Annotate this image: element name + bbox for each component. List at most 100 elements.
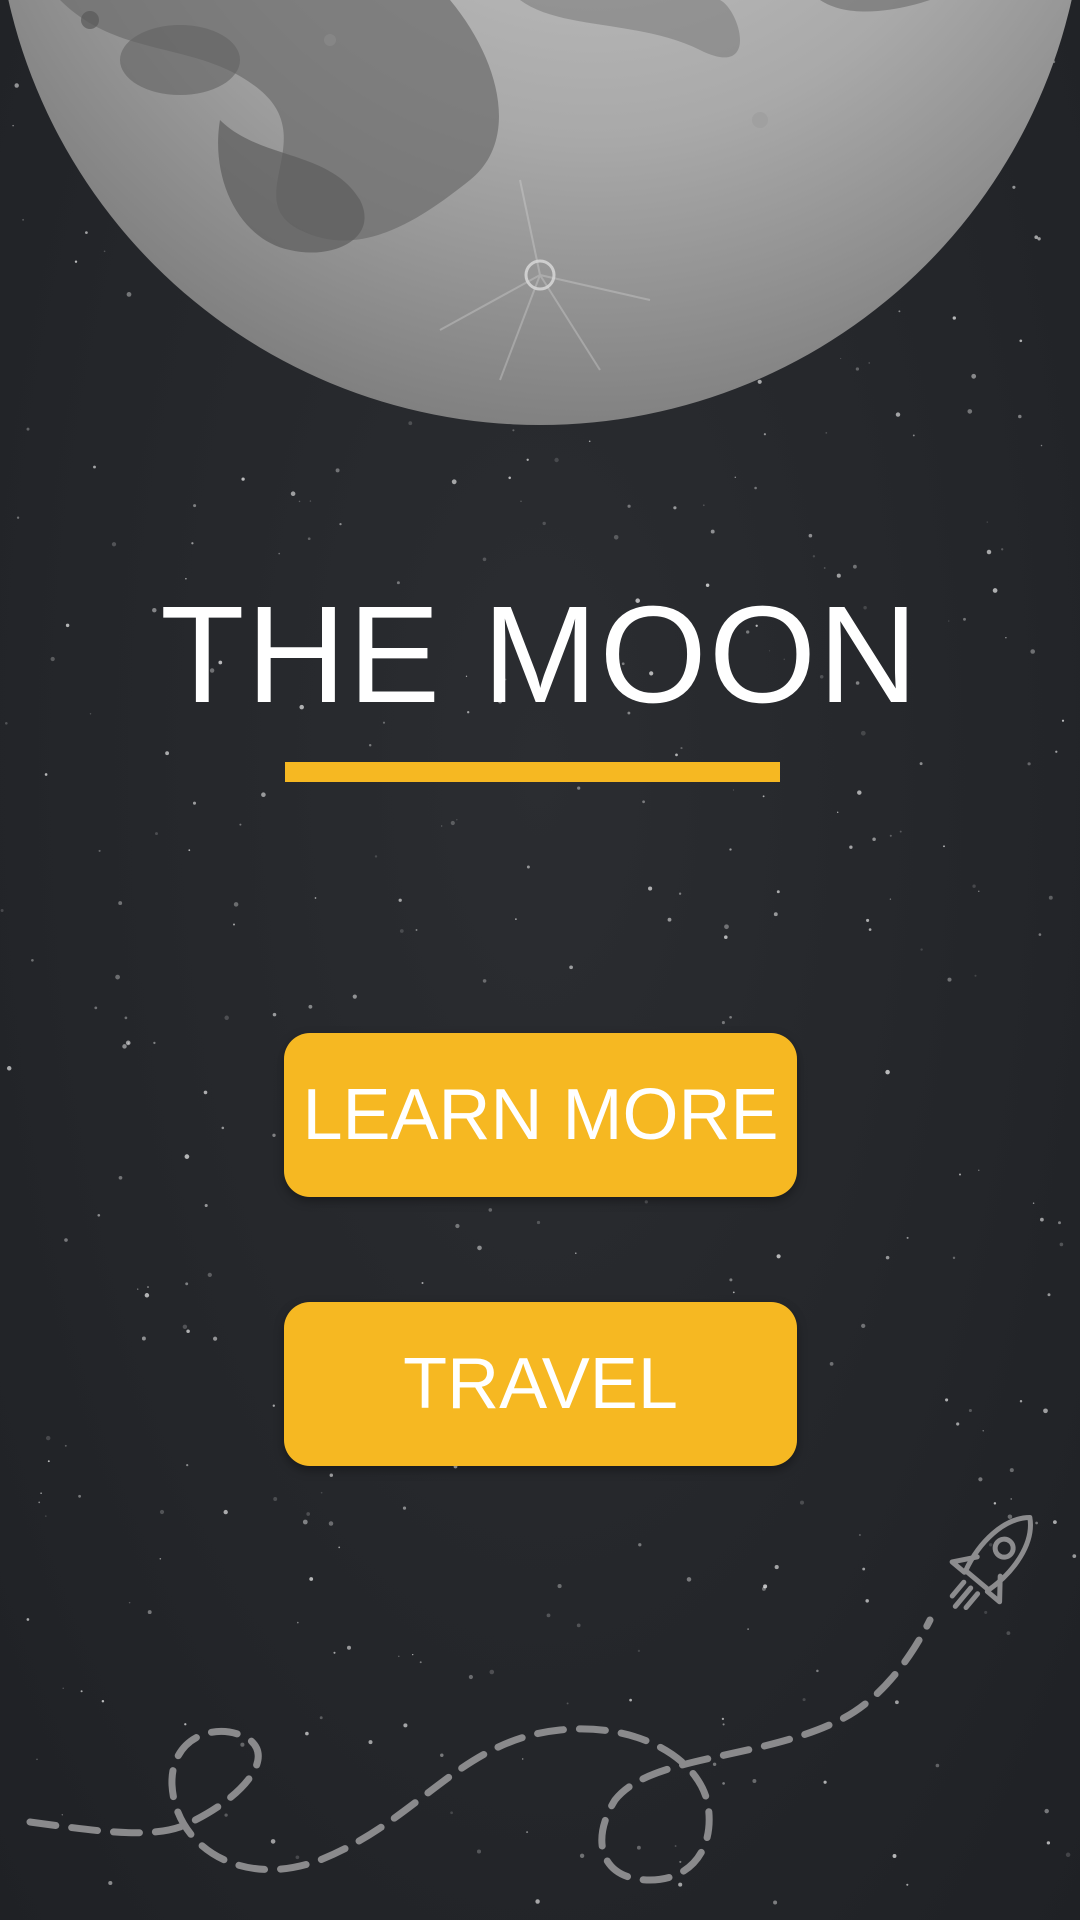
star <box>441 825 443 827</box>
star <box>307 537 311 541</box>
star <box>137 1288 139 1290</box>
title-underline <box>285 762 780 782</box>
star <box>575 1252 577 1255</box>
star <box>221 1126 225 1130</box>
star <box>943 845 945 848</box>
star <box>515 918 517 920</box>
star <box>155 832 158 836</box>
star <box>1047 1293 1051 1297</box>
moon-landing-screen: THE MOON LEARN MORE TRAVEL <box>0 0 1080 1920</box>
star <box>188 849 191 852</box>
star <box>272 1012 277 1017</box>
page-title: THE MOON <box>160 578 920 732</box>
star <box>314 897 317 899</box>
star <box>451 479 457 485</box>
star <box>477 1245 482 1251</box>
star <box>508 476 511 480</box>
star <box>233 902 239 907</box>
star <box>97 1213 101 1217</box>
star <box>577 786 581 790</box>
star <box>144 1293 150 1298</box>
star <box>165 751 170 756</box>
star <box>919 762 923 766</box>
star <box>141 1336 146 1341</box>
star <box>118 901 123 906</box>
star <box>675 753 678 757</box>
star <box>968 1408 972 1413</box>
star <box>823 567 826 569</box>
star <box>224 1015 229 1021</box>
star <box>374 855 378 858</box>
star <box>729 1015 732 1019</box>
star <box>147 1286 149 1288</box>
star <box>986 549 992 555</box>
star <box>335 468 340 473</box>
star <box>482 979 487 983</box>
star <box>0 909 4 912</box>
star <box>829 1362 834 1366</box>
star <box>93 465 96 469</box>
star <box>290 491 296 496</box>
star <box>889 898 892 900</box>
star <box>899 830 902 833</box>
star <box>673 506 677 510</box>
star <box>974 974 977 977</box>
star <box>111 542 117 547</box>
star <box>421 1282 424 1284</box>
learn-more-button[interactable]: LEARN MORE <box>284 1033 797 1197</box>
star <box>186 1329 190 1333</box>
star <box>124 1016 128 1020</box>
star <box>455 1223 460 1229</box>
star <box>773 912 778 917</box>
star <box>952 1256 956 1260</box>
star <box>31 958 34 962</box>
star <box>849 845 853 849</box>
star <box>702 504 705 507</box>
star <box>857 790 862 795</box>
star <box>644 1200 648 1204</box>
star <box>1043 1408 1048 1414</box>
star <box>526 458 529 461</box>
star <box>241 477 245 481</box>
star <box>45 1435 51 1441</box>
star <box>776 890 780 894</box>
star <box>837 811 839 813</box>
star <box>213 1336 218 1341</box>
star <box>1059 1242 1064 1247</box>
star <box>272 1133 276 1137</box>
star <box>986 521 989 523</box>
star <box>1048 895 1053 900</box>
star <box>526 865 530 869</box>
star <box>956 1422 960 1426</box>
star <box>906 1236 909 1239</box>
star <box>207 1272 212 1278</box>
star <box>825 432 828 434</box>
star <box>721 1021 725 1025</box>
star <box>193 504 197 508</box>
star <box>1055 750 1058 753</box>
star <box>642 800 645 804</box>
star <box>261 792 266 797</box>
star <box>118 1175 123 1180</box>
star <box>885 1069 890 1075</box>
star <box>667 917 672 922</box>
star <box>972 884 976 888</box>
star <box>861 1323 866 1329</box>
star <box>648 886 653 891</box>
star <box>812 555 816 558</box>
star <box>127 1042 130 1045</box>
star <box>415 929 418 931</box>
star <box>627 504 631 508</box>
travel-button[interactable]: TRAVEL <box>284 1302 797 1466</box>
star <box>762 795 765 798</box>
star <box>456 819 458 821</box>
star <box>368 744 372 747</box>
star <box>978 890 980 892</box>
star <box>186 1464 189 1467</box>
star <box>1040 1217 1044 1222</box>
star <box>398 898 402 902</box>
star <box>6 1066 12 1071</box>
star <box>724 935 728 939</box>
star <box>947 977 952 982</box>
star <box>94 1006 98 1010</box>
